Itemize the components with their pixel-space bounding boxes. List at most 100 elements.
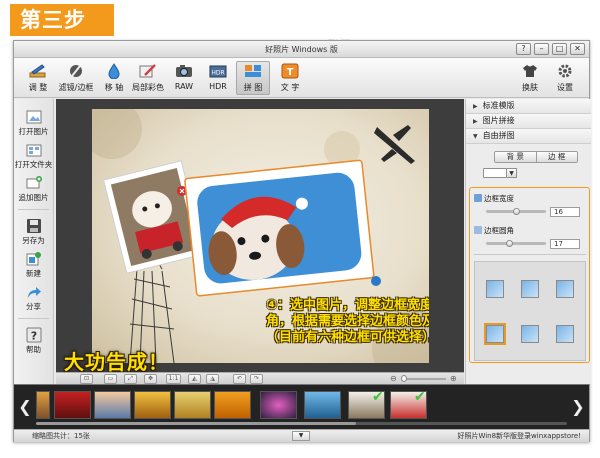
editing-canvas: ④：选中图片，调整边框宽度及圆角，根据需要选择边框颜色及样式（目前有六种边框可供… [56, 99, 464, 372]
minimize-button[interactable]: – [534, 43, 549, 55]
frame-tool-icon[interactable]: ▭ [104, 374, 117, 384]
section-image-stitch[interactable]: ▶ 图片拼接 [466, 114, 591, 129]
border-width-input[interactable]: 16 [550, 207, 580, 217]
tool-filter-border[interactable]: 滤镜/边框 [58, 62, 94, 93]
thumbnail-item[interactable] [36, 391, 50, 419]
section-standard-templates[interactable]: ▶ 标准模版 [466, 99, 591, 114]
border-radius-icon [474, 226, 482, 234]
border-style-grid [474, 261, 586, 361]
chevron-right-icon[interactable]: ❯ [570, 396, 586, 418]
undo-icon[interactable]: ↶ [233, 374, 246, 384]
zoom-slider[interactable] [402, 378, 446, 380]
tool-adjust[interactable]: 调 整 [22, 62, 54, 93]
tool-collage[interactable]: 拼 图 [236, 61, 270, 95]
checkmark-icon: ✔ [414, 389, 426, 405]
sidebar-divider [18, 209, 49, 210]
border-style-option-selected[interactable] [485, 324, 504, 343]
color-brush-icon [138, 62, 158, 80]
color-dropdown-icon[interactable]: ▼ [507, 168, 517, 178]
canvas-toolbar: ⊡ ▭ ⤢ ✥ 1:1 ◭ ◮ ↶ ↷ ⊖ ⊕ [56, 372, 464, 384]
flip-tool-icon[interactable]: ◭ [188, 374, 201, 384]
zoom-slider-thumb[interactable] [401, 375, 407, 382]
help-window-button[interactable]: ? [516, 43, 531, 55]
chevron-right-icon: ▶ [473, 103, 478, 110]
filmstrip-scroll-thumb[interactable] [36, 422, 356, 425]
thumbnail-item[interactable] [260, 391, 297, 419]
move-tool-icon[interactable]: ✥ [144, 374, 157, 384]
sidebar-new[interactable]: 新建 [14, 251, 53, 279]
sidebar-add-image-label: 追加图片 [18, 193, 49, 202]
section-standard-templates-label: 标准模版 [482, 101, 515, 110]
tool-partial-color[interactable]: 局部彩色 [130, 62, 166, 93]
border-style-option[interactable] [556, 324, 575, 343]
mirror-tool-icon[interactable]: ◮ [206, 374, 219, 384]
sidebar-divider-2 [18, 318, 49, 319]
tool-skin[interactable]: 换肤 [514, 62, 546, 93]
filmstrip-scrollbar[interactable] [36, 422, 567, 425]
thumbnail-item[interactable] [54, 391, 91, 419]
checkmark-icon: ✔ [372, 389, 384, 405]
tool-raw-label: RAW [174, 82, 194, 91]
zoom-out-icon[interactable]: ⊖ [390, 374, 397, 383]
border-radius-label: 边框圆角 [484, 226, 514, 235]
collapse-filmstrip-icon[interactable]: ▼ [292, 431, 310, 441]
airplane-silhouette [374, 125, 415, 164]
app-window: 好照片 Windows 版 ? – □ ✕ 调 整 滤镜/边框 移 轴 局部彩色… [13, 40, 591, 442]
tab-border[interactable]: 边 框 [535, 152, 577, 162]
tutorial-annotation: ④：选中图片，调整边框宽度及圆角，根据需要选择边框颜色及样式（目前有六种边框可供… [266, 298, 429, 345]
section-free-collage[interactable]: ▼ 自由拼图 [466, 129, 591, 144]
chevron-left-icon[interactable]: ❮ [17, 396, 33, 418]
sidebar-save-as[interactable]: 另存为 [14, 218, 53, 246]
sidebar-help[interactable]: ? 帮助 [14, 327, 53, 355]
sidebar-open-folder[interactable]: 打开文件夹 [14, 142, 53, 170]
save-icon [26, 218, 42, 234]
gear-icon [555, 62, 575, 80]
border-style-option[interactable] [520, 279, 539, 298]
border-color-swatch[interactable] [483, 168, 507, 178]
border-radius-input[interactable]: 17 [550, 239, 580, 249]
border-style-option[interactable] [485, 279, 504, 298]
tool-filter-border-label: 滤镜/边框 [58, 83, 94, 92]
promo-text: 好照片Win8新华版登录winxappstore! [457, 432, 581, 440]
border-radius-slider[interactable] [486, 242, 546, 245]
border-settings-box: 边框宽度 16 边框圆角 17 [469, 187, 590, 363]
sidebar-new-label: 新建 [26, 269, 41, 278]
close-button[interactable]: ✕ [570, 43, 585, 55]
thumbnail-item[interactable] [134, 391, 171, 419]
sidebar-share[interactable]: 分享 [14, 284, 53, 312]
tool-hdr[interactable]: HDR HDR [202, 62, 234, 91]
border-radius-thumb[interactable] [506, 240, 513, 247]
thumbnail-item[interactable] [304, 391, 341, 419]
sidebar-open-image[interactable]: 打开图片 [14, 109, 53, 137]
thumbnail-item[interactable] [214, 391, 251, 419]
tool-settings[interactable]: 设置 [549, 62, 581, 93]
border-width-thumb[interactable] [513, 208, 520, 215]
border-style-option[interactable] [520, 324, 539, 343]
border-width-icon [474, 194, 482, 202]
redo-icon[interactable]: ↷ [250, 374, 263, 384]
chevron-down-icon: ▼ [473, 133, 478, 140]
zoom-in-icon[interactable]: ⊕ [450, 374, 457, 383]
tab-background[interactable]: 背 景 [495, 152, 536, 162]
border-style-option[interactable] [556, 279, 575, 298]
help-icon: ? [26, 327, 42, 343]
fit-tool-icon[interactable]: ⤢ [124, 374, 137, 384]
sidebar-help-label: 帮助 [26, 345, 41, 354]
maximize-button[interactable]: □ [552, 43, 567, 55]
water-drop-icon [104, 62, 124, 80]
crop-tool-icon[interactable]: ⊡ [80, 374, 93, 384]
step-label: 第三步 [10, 4, 114, 36]
svg-text:?: ? [30, 330, 36, 343]
border-width-value: 16 [554, 208, 563, 216]
tool-text[interactable]: T 文 字 [274, 62, 306, 93]
thumbnail-item[interactable] [174, 391, 211, 419]
actual-size-button[interactable]: 1:1 [166, 374, 181, 384]
border-radius-value: 17 [554, 240, 563, 248]
tool-tilt-shift[interactable]: 移 轴 [98, 62, 130, 93]
thumbnail-item[interactable] [94, 391, 131, 419]
sidebar-add-image[interactable]: 追加图片 [14, 175, 53, 203]
collage-background[interactable]: ④：选中图片，调整边框宽度及圆角，根据需要选择边框颜色及样式（目前有六种边框可供… [92, 109, 429, 363]
new-icon [26, 251, 42, 267]
tool-raw[interactable]: RAW [168, 62, 200, 91]
svg-text:HDR: HDR [211, 70, 224, 77]
